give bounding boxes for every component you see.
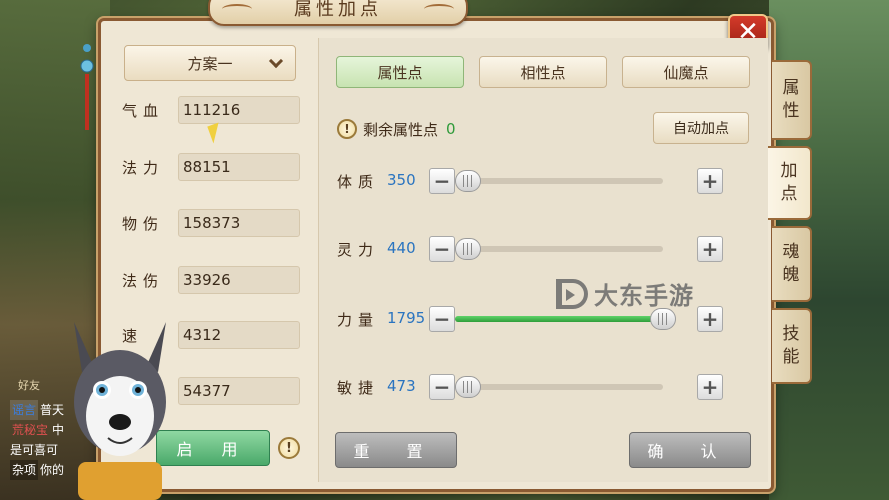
- tab-immortal-demon-points[interactable]: 仙魔点: [622, 56, 750, 88]
- side-tab-attributes[interactable]: 属 性: [772, 60, 812, 140]
- stat-row-magic-damage: 法伤 33926: [122, 265, 302, 295]
- slider-handle[interactable]: [455, 376, 481, 398]
- decrease-button[interactable]: −: [429, 236, 455, 262]
- reset-button[interactable]: 重 置: [335, 432, 457, 468]
- chat-line[interactable]: 荒秘宝 中: [10, 420, 64, 440]
- attr-value: 1795: [387, 309, 426, 327]
- friend-label: 好友: [18, 379, 40, 392]
- tab-attribute-points[interactable]: 属性点: [336, 56, 464, 88]
- stat-label: 法力: [122, 158, 165, 177]
- tab-affinity-points[interactable]: 相性点: [479, 56, 607, 88]
- attr-label: 力量: [337, 311, 380, 329]
- increase-button[interactable]: +: [697, 236, 723, 262]
- attr-slider[interactable]: [455, 238, 663, 260]
- stat-row-hp: 气血 111216: [122, 95, 302, 125]
- stat-value: 111216: [178, 96, 300, 124]
- stat-value: 158373: [178, 209, 300, 237]
- chat-line[interactable]: 谣言 普天: [10, 400, 64, 420]
- stat-value: 54377: [178, 377, 300, 405]
- side-tab-allocate[interactable]: 加 点: [768, 146, 812, 220]
- increase-button[interactable]: +: [697, 168, 723, 194]
- attr-row-spirit: 灵力 440 − +: [337, 234, 723, 264]
- attr-value: 350: [387, 171, 416, 189]
- attr-row-agility: 敏捷 473 − +: [337, 372, 723, 402]
- side-tab-label: 加 点: [780, 161, 798, 204]
- chat-text: 普天: [40, 403, 65, 417]
- attr-label: 体质: [337, 173, 380, 191]
- side-tab-soul[interactable]: 魂 魄: [772, 226, 812, 302]
- plan-dropdown-value: 方案一: [187, 54, 233, 73]
- slider-fill: [455, 316, 663, 322]
- side-tab-label: 魂 魄: [782, 242, 800, 285]
- decrease-button[interactable]: −: [429, 168, 455, 194]
- attr-slider[interactable]: [455, 308, 676, 330]
- confirm-button[interactable]: 确 认: [629, 432, 751, 468]
- chat-channel-tag: 荒秘宝: [12, 423, 49, 437]
- side-tab-label: 技 能: [782, 324, 800, 367]
- remaining-points: ! 剩余属性点 0: [337, 118, 456, 140]
- decrease-button[interactable]: −: [429, 306, 455, 332]
- remaining-label: 剩余属性点: [363, 120, 439, 139]
- husky-mascot-icon: [74, 322, 166, 500]
- stat-value: 33926: [178, 266, 300, 294]
- stat-row-mp: 法力 88151: [122, 152, 302, 182]
- attr-row-constitution: 体质 350 − +: [337, 166, 723, 196]
- plan-dropdown[interactable]: 方案一: [124, 45, 296, 81]
- slider-handle[interactable]: [650, 308, 676, 330]
- auto-allocate-button[interactable]: 自动加点: [653, 112, 749, 144]
- watermark-text: 大东手游: [594, 282, 694, 310]
- stat-label: 物伤: [122, 214, 165, 233]
- window-title: 属性加点: [208, 0, 468, 26]
- attr-label: 灵力: [337, 241, 380, 259]
- chat-text: 是可喜可: [10, 443, 59, 457]
- stat-row-physical-damage: 物伤 158373: [122, 208, 302, 238]
- remaining-value: 0: [446, 120, 456, 138]
- slider-handle[interactable]: [455, 238, 481, 260]
- stat-label: 气血: [122, 101, 165, 120]
- info-icon: !: [337, 119, 357, 139]
- side-tab-skills[interactable]: 技 能: [772, 308, 812, 384]
- increase-button[interactable]: +: [697, 306, 723, 332]
- decrease-button[interactable]: −: [429, 374, 455, 400]
- chat-channel-tag: 谣言: [10, 400, 39, 420]
- side-tab-label: 属 性: [782, 78, 800, 121]
- attr-slider[interactable]: [455, 170, 663, 192]
- chat-text: 你的: [40, 463, 65, 477]
- chevron-down-icon: [268, 53, 284, 69]
- slider-handle[interactable]: [455, 170, 481, 192]
- warning-icon[interactable]: !: [278, 437, 300, 459]
- chat-line[interactable]: 杂项 你的: [10, 460, 64, 480]
- chat-line[interactable]: 是可喜可: [10, 440, 58, 460]
- stat-label: 法伤: [122, 271, 165, 290]
- stat-value: 4312: [178, 321, 300, 349]
- increase-button[interactable]: +: [697, 374, 723, 400]
- attr-label: 敏捷: [337, 379, 380, 397]
- attr-value: 473: [387, 377, 416, 395]
- chat-text: 中: [52, 423, 65, 437]
- attr-slider[interactable]: [455, 376, 663, 398]
- attr-value: 440: [387, 239, 416, 257]
- stat-value: 88151: [178, 153, 300, 181]
- allocation-panel: 属性点 相性点 仙魔点 ! 剩余属性点 0 自动加点 体质 350 − + 灵力…: [318, 38, 768, 482]
- chat-channel-tag: 杂项: [10, 460, 39, 480]
- hanging-ornament-icon: [80, 44, 94, 130]
- watermark-logo-icon: [556, 278, 588, 309]
- watermark: 大东手游: [556, 276, 694, 311]
